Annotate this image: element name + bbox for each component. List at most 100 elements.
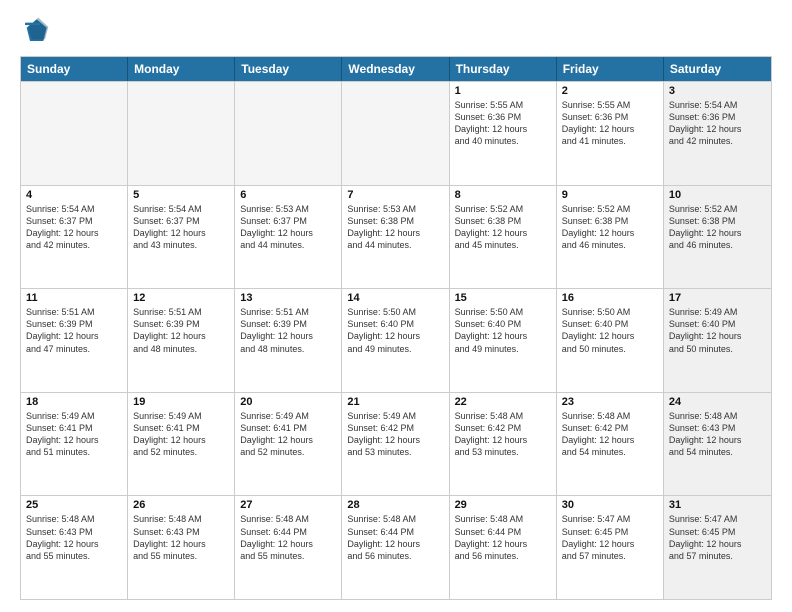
calendar-row-4: 18 Sunrise: 5:49 AM Sunset: 6:41 PM Dayli… <box>21 392 771 496</box>
day-number: 26 <box>133 499 229 511</box>
day-number: 5 <box>133 189 229 201</box>
day-info: Sunrise: 5:49 AM Sunset: 6:41 PM Dayligh… <box>133 410 229 459</box>
day-number: 31 <box>669 499 766 511</box>
calendar-row-3: 11Sunrise: 5:51 AM Sunset: 6:39 PM Dayli… <box>21 288 771 392</box>
cal-cell-day-15: 15Sunrise: 5:50 AM Sunset: 6:40 PM Dayli… <box>450 289 557 392</box>
logo <box>20 16 54 46</box>
day-info: Sunrise: 5:48 AM Sunset: 6:42 PM Dayligh… <box>455 410 551 459</box>
header-day-monday: Monday <box>128 57 235 81</box>
cal-cell-day-1: 1 Sunrise: 5:55 AM Sunset: 6:36 PM Daylig… <box>450 82 557 185</box>
logo-icon <box>20 16 50 46</box>
day-info: Sunrise: 5:48 AM Sunset: 6:43 PM Dayligh… <box>669 410 766 459</box>
cal-cell-day-11: 11Sunrise: 5:51 AM Sunset: 6:39 PM Dayli… <box>21 289 128 392</box>
cal-cell-day-17: 17 Sunrise: 5:49 AM Sunset: 6:40 PM Dayli… <box>664 289 771 392</box>
cal-cell-day-5: 5 Sunrise: 5:54 AM Sunset: 6:37 PM Daylig… <box>128 186 235 289</box>
day-number: 30 <box>562 499 658 511</box>
cal-cell-day-30: 30 Sunrise: 5:47 AM Sunset: 6:45 PM Dayli… <box>557 496 664 599</box>
day-info: Sunrise: 5:47 AM Sunset: 6:45 PM Dayligh… <box>669 513 766 562</box>
day-number: 13 <box>240 292 336 304</box>
day-info: Sunrise: 5:51 AM Sunset: 6:39 PM Dayligh… <box>26 306 122 355</box>
day-info: Sunrise: 5:50 AM Sunset: 6:40 PM Dayligh… <box>347 306 443 355</box>
cal-cell-empty <box>342 82 449 185</box>
cal-cell-empty <box>21 82 128 185</box>
day-info: Sunrise: 5:55 AM Sunset: 6:36 PM Dayligh… <box>455 99 551 148</box>
cal-cell-day-10: 10Sunrise: 5:52 AM Sunset: 6:38 PM Dayli… <box>664 186 771 289</box>
day-number: 27 <box>240 499 336 511</box>
day-info: Sunrise: 5:48 AM Sunset: 6:44 PM Dayligh… <box>240 513 336 562</box>
cal-cell-day-21: 21 Sunrise: 5:49 AM Sunset: 6:42 PM Dayli… <box>342 393 449 496</box>
day-number: 23 <box>562 396 658 408</box>
header-day-friday: Friday <box>557 57 664 81</box>
day-number: 17 <box>669 292 766 304</box>
day-number: 3 <box>669 85 766 97</box>
cal-cell-day-23: 23Sunrise: 5:48 AM Sunset: 6:42 PM Dayli… <box>557 393 664 496</box>
cal-cell-day-3: 3 Sunrise: 5:54 AM Sunset: 6:36 PM Daylig… <box>664 82 771 185</box>
calendar-row-2: 4 Sunrise: 5:54 AM Sunset: 6:37 PM Daylig… <box>21 185 771 289</box>
day-info: Sunrise: 5:49 AM Sunset: 6:40 PM Dayligh… <box>669 306 766 355</box>
day-info: Sunrise: 5:54 AM Sunset: 6:37 PM Dayligh… <box>26 203 122 252</box>
day-info: Sunrise: 5:48 AM Sunset: 6:44 PM Dayligh… <box>455 513 551 562</box>
day-info: Sunrise: 5:48 AM Sunset: 6:43 PM Dayligh… <box>133 513 229 562</box>
cal-cell-day-13: 13 Sunrise: 5:51 AM Sunset: 6:39 PM Dayli… <box>235 289 342 392</box>
day-number: 21 <box>347 396 443 408</box>
day-number: 6 <box>240 189 336 201</box>
cal-cell-day-8: 8 Sunrise: 5:52 AM Sunset: 6:38 PM Daylig… <box>450 186 557 289</box>
calendar-row-1: 1 Sunrise: 5:55 AM Sunset: 6:36 PM Daylig… <box>21 81 771 185</box>
day-number: 12 <box>133 292 229 304</box>
cal-cell-day-26: 26 Sunrise: 5:48 AM Sunset: 6:43 PM Dayli… <box>128 496 235 599</box>
day-info: Sunrise: 5:53 AM Sunset: 6:38 PM Dayligh… <box>347 203 443 252</box>
cal-cell-day-29: 29 Sunrise: 5:48 AM Sunset: 6:44 PM Dayli… <box>450 496 557 599</box>
cal-cell-empty <box>235 82 342 185</box>
day-number: 4 <box>26 189 122 201</box>
header <box>20 16 772 46</box>
day-number: 7 <box>347 189 443 201</box>
day-number: 9 <box>562 189 658 201</box>
header-day-thursday: Thursday <box>450 57 557 81</box>
day-number: 25 <box>26 499 122 511</box>
day-info: Sunrise: 5:49 AM Sunset: 6:41 PM Dayligh… <box>240 410 336 459</box>
calendar: SundayMondayTuesdayWednesdayThursdayFrid… <box>20 56 772 600</box>
day-info: Sunrise: 5:52 AM Sunset: 6:38 PM Dayligh… <box>562 203 658 252</box>
day-info: Sunrise: 5:51 AM Sunset: 6:39 PM Dayligh… <box>240 306 336 355</box>
cal-cell-day-22: 22 Sunrise: 5:48 AM Sunset: 6:42 PM Dayli… <box>450 393 557 496</box>
day-info: Sunrise: 5:51 AM Sunset: 6:39 PM Dayligh… <box>133 306 229 355</box>
day-info: Sunrise: 5:52 AM Sunset: 6:38 PM Dayligh… <box>455 203 551 252</box>
cal-cell-day-12: 12 Sunrise: 5:51 AM Sunset: 6:39 PM Dayli… <box>128 289 235 392</box>
cal-cell-empty <box>128 82 235 185</box>
day-number: 28 <box>347 499 443 511</box>
day-number: 1 <box>455 85 551 97</box>
day-info: Sunrise: 5:48 AM Sunset: 6:43 PM Dayligh… <box>26 513 122 562</box>
day-info: Sunrise: 5:54 AM Sunset: 6:37 PM Dayligh… <box>133 203 229 252</box>
day-info: Sunrise: 5:54 AM Sunset: 6:36 PM Dayligh… <box>669 99 766 148</box>
day-info: Sunrise: 5:55 AM Sunset: 6:36 PM Dayligh… <box>562 99 658 148</box>
cal-cell-day-18: 18 Sunrise: 5:49 AM Sunset: 6:41 PM Dayli… <box>21 393 128 496</box>
header-day-wednesday: Wednesday <box>342 57 449 81</box>
cal-cell-day-2: 2 Sunrise: 5:55 AM Sunset: 6:36 PM Daylig… <box>557 82 664 185</box>
cal-cell-day-7: 7 Sunrise: 5:53 AM Sunset: 6:38 PM Daylig… <box>342 186 449 289</box>
day-number: 22 <box>455 396 551 408</box>
day-info: Sunrise: 5:49 AM Sunset: 6:41 PM Dayligh… <box>26 410 122 459</box>
day-number: 20 <box>240 396 336 408</box>
day-info: Sunrise: 5:47 AM Sunset: 6:45 PM Dayligh… <box>562 513 658 562</box>
cal-cell-day-28: 28 Sunrise: 5:48 AM Sunset: 6:44 PM Dayli… <box>342 496 449 599</box>
day-number: 15 <box>455 292 551 304</box>
day-info: Sunrise: 5:49 AM Sunset: 6:42 PM Dayligh… <box>347 410 443 459</box>
cal-cell-day-20: 20 Sunrise: 5:49 AM Sunset: 6:41 PM Dayli… <box>235 393 342 496</box>
day-number: 29 <box>455 499 551 511</box>
header-day-saturday: Saturday <box>664 57 771 81</box>
page: SundayMondayTuesdayWednesdayThursdayFrid… <box>0 0 792 612</box>
cal-cell-day-9: 9 Sunrise: 5:52 AM Sunset: 6:38 PM Daylig… <box>557 186 664 289</box>
day-number: 18 <box>26 396 122 408</box>
day-number: 8 <box>455 189 551 201</box>
day-info: Sunrise: 5:48 AM Sunset: 6:44 PM Dayligh… <box>347 513 443 562</box>
day-info: Sunrise: 5:50 AM Sunset: 6:40 PM Dayligh… <box>562 306 658 355</box>
cal-cell-day-19: 19Sunrise: 5:49 AM Sunset: 6:41 PM Dayli… <box>128 393 235 496</box>
cal-cell-day-27: 27 Sunrise: 5:48 AM Sunset: 6:44 PM Dayli… <box>235 496 342 599</box>
day-number: 16 <box>562 292 658 304</box>
cal-cell-day-6: 6Sunrise: 5:53 AM Sunset: 6:37 PM Daylig… <box>235 186 342 289</box>
day-number: 2 <box>562 85 658 97</box>
day-number: 24 <box>669 396 766 408</box>
day-number: 10 <box>669 189 766 201</box>
cal-cell-day-31: 31 Sunrise: 5:47 AM Sunset: 6:45 PM Dayli… <box>664 496 771 599</box>
cal-cell-day-24: 24 Sunrise: 5:48 AM Sunset: 6:43 PM Dayli… <box>664 393 771 496</box>
